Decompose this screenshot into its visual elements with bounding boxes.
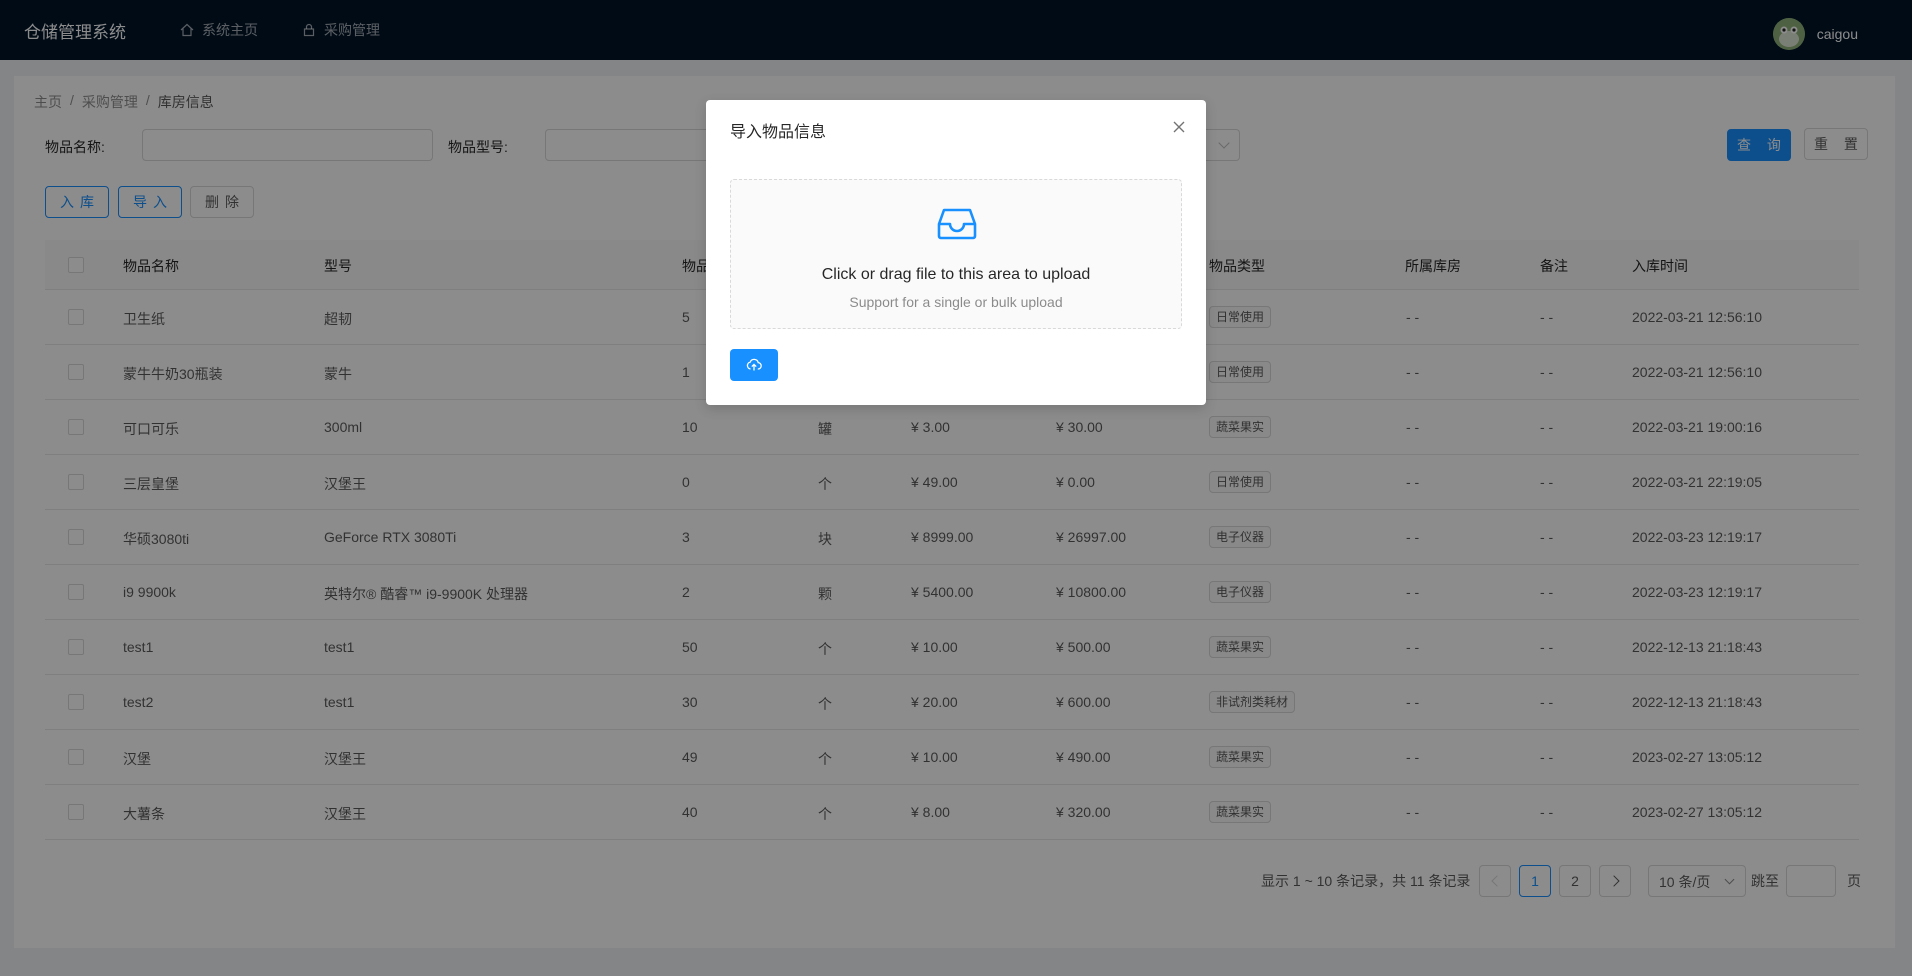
modal-title: 导入物品信息 bbox=[730, 124, 827, 141]
cloud-upload-icon bbox=[746, 358, 762, 371]
upload-text: Click or drag file to this area to uploa… bbox=[821, 266, 1091, 283]
upload-button[interactable] bbox=[730, 349, 778, 381]
upload-drop-area[interactable]: Click or drag file to this area to uploa… bbox=[730, 179, 1182, 329]
close-icon[interactable] bbox=[1168, 116, 1190, 138]
inbox-icon bbox=[937, 208, 977, 240]
import-modal: 导入物品信息 Click or drag file to this area t… bbox=[706, 100, 1206, 405]
upload-hint: Support for a single or bulk upload bbox=[849, 294, 1063, 310]
